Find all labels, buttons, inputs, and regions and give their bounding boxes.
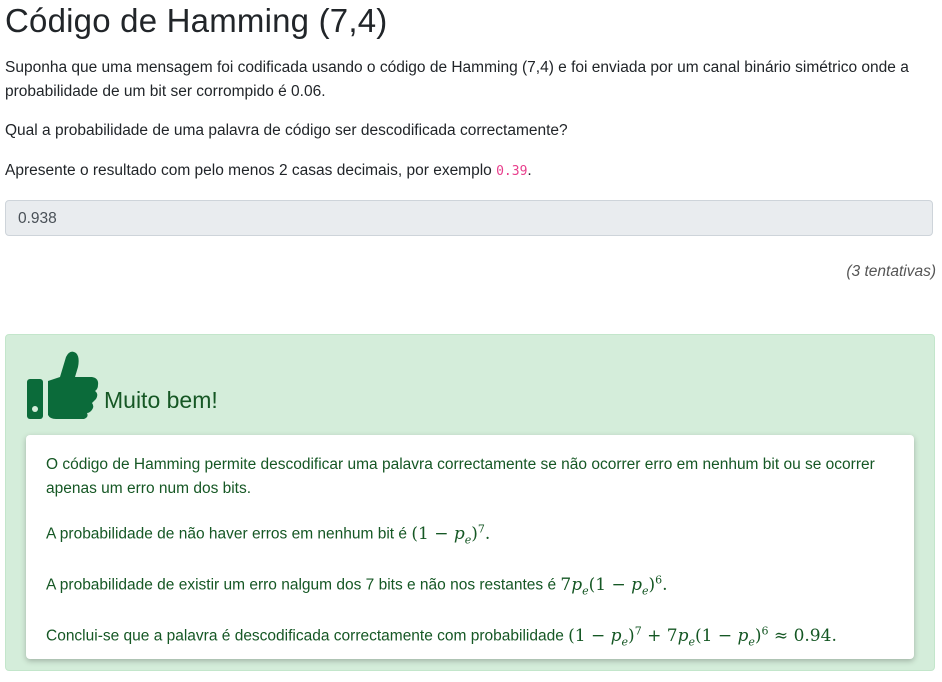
formula-total: (1 − pe)7 + 7pe(1 − pe)6 ≈ 0.94. — [568, 624, 837, 649]
thumbs-up-icon — [26, 347, 100, 421]
explanation-card: O código de Hamming permite descodificar… — [26, 435, 914, 659]
formula-one-error: 7pe(1 − pe)6. — [560, 573, 668, 598]
explanation-2: A probabilidade de não haver erros em ne… — [46, 517, 894, 552]
formula-no-error: (1 − pe)7. — [411, 522, 491, 547]
answer-input[interactable]: 0.938 — [5, 200, 933, 236]
instruction-suffix: . — [527, 162, 532, 179]
explanation-2-text: A probabilidade de não haver erros em ne… — [46, 525, 412, 543]
approx-value: 0.94 — [793, 625, 832, 646]
attempts-count: (3 tentativas) — [846, 263, 936, 280]
page-title: Código de Hamming (7,4) — [5, 2, 388, 39]
feedback-panel: Muito bem! O código de Hamming permite d… — [5, 334, 935, 671]
question-text: Qual a probabilidade de uma palavra de c… — [5, 122, 568, 139]
problem-statement: Suponha que uma mensagem foi codificada … — [5, 59, 909, 100]
success-heading: Muito bem! — [104, 387, 218, 413]
instruction-text: Apresente o resultado com pelo menos 2 c… — [5, 159, 935, 184]
instruction-prefix: Apresente o resultado com pelo menos 2 c… — [5, 162, 497, 179]
explanation-1: O código de Hamming permite descodificar… — [46, 456, 875, 497]
example-code: 0.39 — [496, 164, 528, 179]
explanation-3-text: A probabilidade de existir um erro nalgu… — [46, 576, 561, 594]
explanation-3: A probabilidade de existir um erro nalgu… — [46, 568, 894, 603]
explanation-4: Conclui-se que a palavra é descodificada… — [46, 619, 894, 654]
explanation-4-text: Conclui-se que a palavra é descodificada… — [46, 627, 569, 645]
